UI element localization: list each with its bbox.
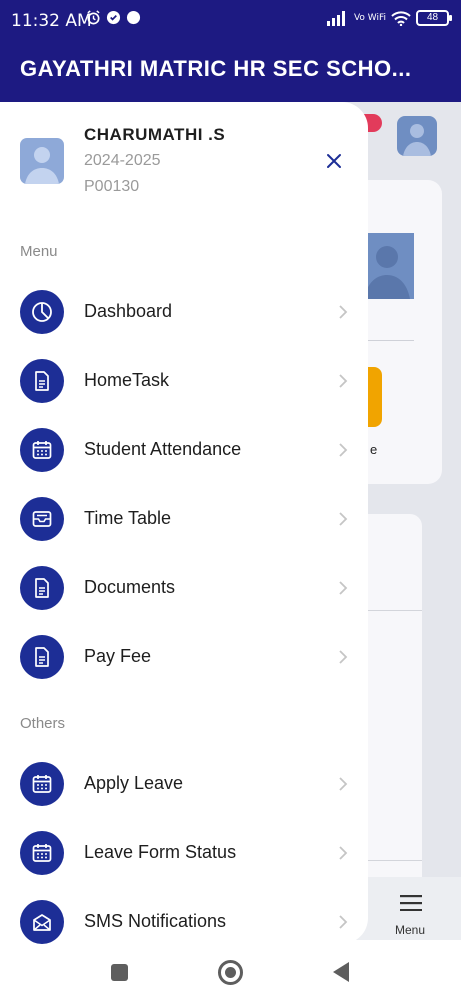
menu-item-time-table[interactable]: Time Table: [0, 489, 368, 549]
menu-item-hometask[interactable]: HomeTask: [0, 351, 368, 411]
status-system-icons: Vo WiFi 48: [326, 10, 452, 26]
status-notification-icons: [86, 10, 141, 25]
menu-label: Leave Form Status: [84, 842, 237, 862]
calendar-icon: [20, 762, 64, 806]
app-title: GAYATHRI MATRIC HR SEC SCHO...: [20, 56, 412, 81]
avatar[interactable]: [397, 116, 437, 156]
student-photo: [360, 233, 414, 299]
wifi-icon: [391, 10, 411, 26]
menu-label: Documents: [84, 577, 176, 597]
inbox-tray-icon: [20, 497, 64, 541]
menu-item-apply-leave[interactable]: Apply Leave: [0, 754, 368, 814]
home-icon[interactable]: [218, 960, 243, 985]
menu-item-documents[interactable]: Documents: [0, 558, 368, 618]
document-icon: [20, 635, 64, 679]
close-icon[interactable]: [322, 149, 346, 173]
document-icon: [20, 566, 64, 610]
menu-label: SMS Notifications: [84, 911, 227, 931]
menu-item-sms-notifications[interactable]: SMS Notifications: [0, 892, 368, 944]
menu-item-pay-fee[interactable]: Pay Fee: [0, 627, 368, 687]
chevron-right-icon: [339, 512, 348, 526]
chevron-right-icon: [339, 374, 348, 388]
chevron-right-icon: [339, 777, 348, 791]
signal-icon: [326, 10, 345, 26]
alarm-icon: [87, 10, 100, 25]
menu-item-dashboard[interactable]: Dashboard: [0, 282, 368, 342]
others-section-label: Others: [20, 715, 66, 732]
document-icon: [20, 359, 64, 403]
status-bar: 11:32 AM Vo WiFi 48: [0, 0, 461, 42]
menu-label: Pay Fee: [84, 646, 152, 666]
navigation-drawer: CHARUMATHI .S 2024-2025 P00130 Menu Dash…: [0, 102, 368, 944]
student-name: CHARUMATHI .S: [84, 125, 226, 144]
envelope-icon: [20, 900, 64, 944]
dashboard-icon: [20, 290, 64, 334]
dot-icon: [126, 10, 141, 25]
menu-label: Student Attendance: [84, 439, 242, 459]
calendar-icon: [20, 831, 64, 875]
calendar-icon: [20, 428, 64, 472]
chevron-right-icon: [339, 846, 348, 860]
academic-year: 2024-2025: [84, 152, 161, 169]
app-notification-icon: [106, 10, 121, 25]
vowifi-indicator: Vo WiFi: [353, 12, 386, 23]
battery-icon: 48: [416, 10, 452, 26]
status-time: 11:32 AM: [11, 11, 92, 31]
menu-label: HomeTask: [84, 370, 170, 390]
tile-label: e: [370, 442, 378, 457]
menu-icon[interactable]: [400, 895, 422, 911]
menu-label: Time Table: [84, 508, 172, 528]
chevron-right-icon: [339, 443, 348, 457]
menu-item-student-attendance[interactable]: Student Attendance: [0, 420, 368, 480]
chevron-right-icon: [339, 650, 348, 664]
student-id: P00130: [84, 178, 140, 195]
menu-label: Dashboard: [84, 301, 173, 321]
menu-section-label: Menu: [20, 243, 58, 260]
recents-icon[interactable]: [111, 964, 128, 981]
menu-item-leave-form-status[interactable]: Leave Form Status: [0, 823, 368, 883]
menu-label: Apply Leave: [84, 773, 184, 793]
back-icon[interactable]: [332, 961, 350, 983]
system-navigation-bar: [0, 944, 461, 1000]
divider: [360, 340, 414, 341]
app-bar: GAYATHRI MATRIC HR SEC SCHO...: [0, 42, 461, 102]
bottom-nav-menu-label[interactable]: Menu: [395, 923, 425, 937]
profile-avatar: [20, 138, 64, 184]
chevron-right-icon: [339, 915, 348, 929]
chevron-right-icon: [339, 581, 348, 595]
chevron-right-icon: [339, 305, 348, 319]
